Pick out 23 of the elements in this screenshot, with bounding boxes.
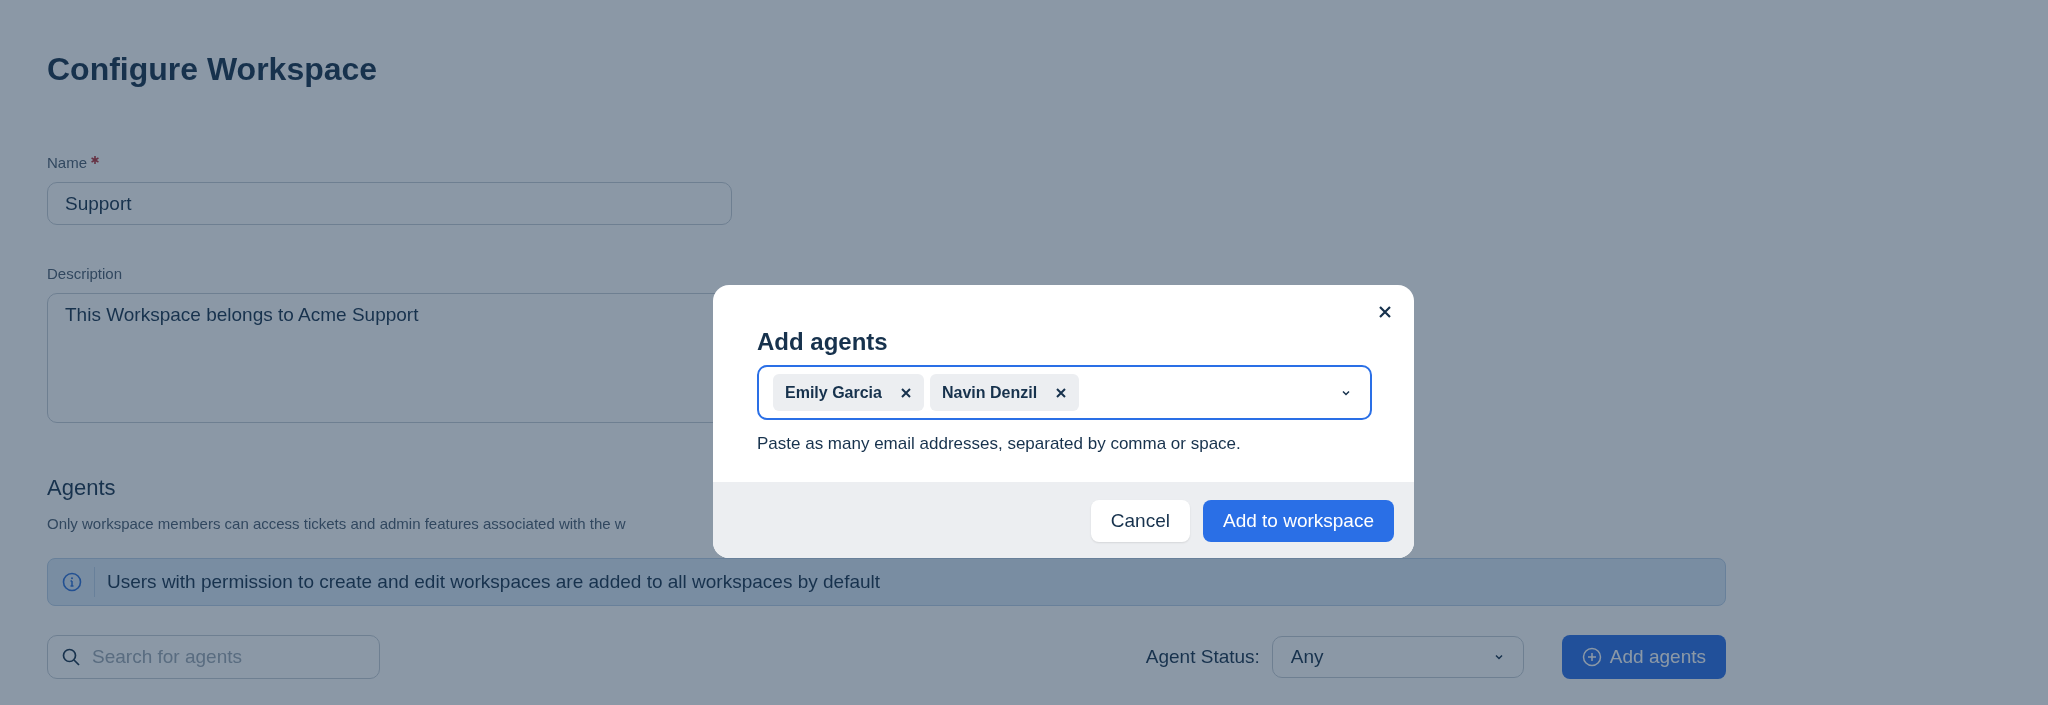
- add-agents-button[interactable]: Add agents: [1561, 635, 1726, 679]
- info-icon: [62, 572, 82, 592]
- name-input-field[interactable]: Support: [47, 182, 732, 225]
- remove-icon[interactable]: [899, 386, 912, 399]
- close-icon[interactable]: [1378, 305, 1392, 319]
- hint-text: Paste as many email addresses, separated by comma or space.: [757, 434, 1242, 454]
- field-label: Name: [47, 154, 87, 171]
- section-heading: Agents: [47, 475, 116, 501]
- chip-label: Emily Garcia: [785, 383, 882, 402]
- plus-circle-icon: [1581, 647, 1602, 667]
- chip-label: Navin Denzil: [941, 383, 1038, 402]
- dialog-title: Add agents: [757, 327, 889, 357]
- filter-label: Agent Status:: [1145, 646, 1260, 668]
- field-label: Description: [47, 265, 123, 282]
- agent-select-field[interactable]: Emily Garcia Navin Denzil: [757, 365, 1372, 420]
- status-dropdown[interactable]: Any: [1271, 636, 1524, 678]
- info-text: Users with permission to create and edit workspaces are added to all workspaces by default: [107, 571, 881, 593]
- confirm-button[interactable]: Add to workspace: [1202, 500, 1394, 542]
- section-description: Only workspace members can access tickets and admin features associated with the w: [47, 515, 626, 532]
- cancel-button[interactable]: Cancel: [1090, 500, 1190, 542]
- search-icon: [62, 648, 80, 666]
- page-title: Configure Workspace: [47, 50, 379, 88]
- remove-icon[interactable]: [1055, 386, 1068, 399]
